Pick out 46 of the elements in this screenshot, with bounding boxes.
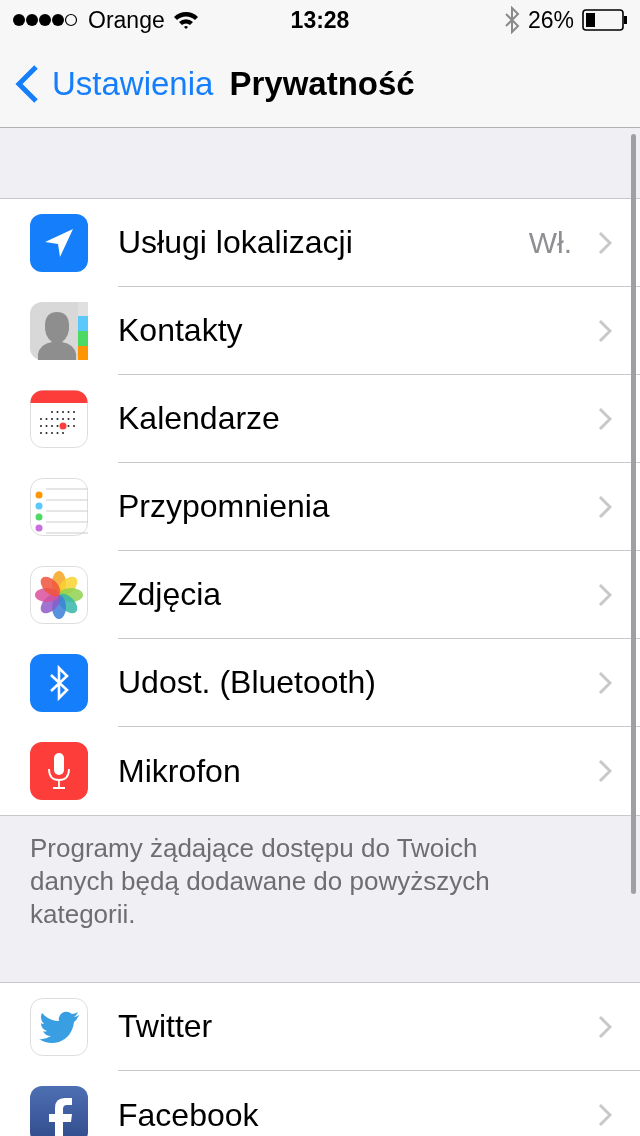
microphone-icon (30, 742, 88, 800)
back-chevron-icon (14, 63, 40, 104)
wifi-icon (172, 10, 199, 30)
flower-icon (30, 566, 88, 624)
settings-row[interactable]: Zdjęcia (0, 551, 640, 639)
back-button[interactable]: Ustawienia (14, 63, 214, 104)
bluetooth-icon (503, 6, 520, 34)
settings-row[interactable]: Twitter (0, 983, 640, 1071)
row-label: Przypomnienia (118, 488, 331, 525)
chevron-icon (598, 1103, 612, 1127)
settings-row[interactable]: Facebook (0, 1071, 640, 1136)
row-label: Udost. (Bluetooth) (118, 664, 377, 701)
list-icon (30, 478, 88, 536)
footer-note: Programy żądające dostępu do Twoich danych będą dodawane do powyższych kategorii. (30, 833, 490, 929)
settings-row[interactable]: Kontakty (0, 287, 640, 375)
chevron-icon (598, 494, 612, 519)
chevron-icon (598, 406, 612, 431)
row-label: Mikrofon (118, 752, 242, 790)
row-label: Facebook (118, 1096, 260, 1134)
row-label: Usługi lokalizacji (118, 224, 354, 261)
row-value: Wł. (528, 225, 572, 260)
row-label: Kontakty (118, 312, 244, 349)
settings-row[interactable]: Przypomnienia (0, 463, 640, 551)
contacts-icon (30, 302, 88, 360)
battery-icon (582, 9, 628, 31)
settings-row[interactable]: Mikrofon (0, 727, 640, 815)
calendar-icon (30, 390, 88, 448)
chevron-icon (598, 670, 612, 695)
page-title: Prywatność (229, 64, 415, 103)
chevron-icon (598, 230, 612, 255)
settings-row[interactable]: Usługi lokalizacji Wł. (0, 199, 640, 287)
bluetooth-icon (30, 654, 88, 712)
row-label: Zdjęcia (118, 576, 223, 613)
chevron-icon (598, 582, 612, 607)
carrier-name: Orange (88, 6, 165, 34)
battery-percent: 26% (527, 6, 574, 34)
chevron-icon (598, 318, 612, 343)
settings-row[interactable]: Udost. (Bluetooth) (0, 639, 640, 727)
chevron-icon (598, 759, 612, 783)
signal-icon (12, 13, 80, 27)
chevron-icon (598, 1014, 612, 1039)
settings-row[interactable]: Kalendarze (0, 375, 640, 463)
row-label: Twitter (118, 1008, 214, 1045)
clock-time: 13:28 (290, 6, 350, 34)
bird-icon (30, 998, 88, 1056)
row-label: Kalendarze (118, 400, 281, 437)
